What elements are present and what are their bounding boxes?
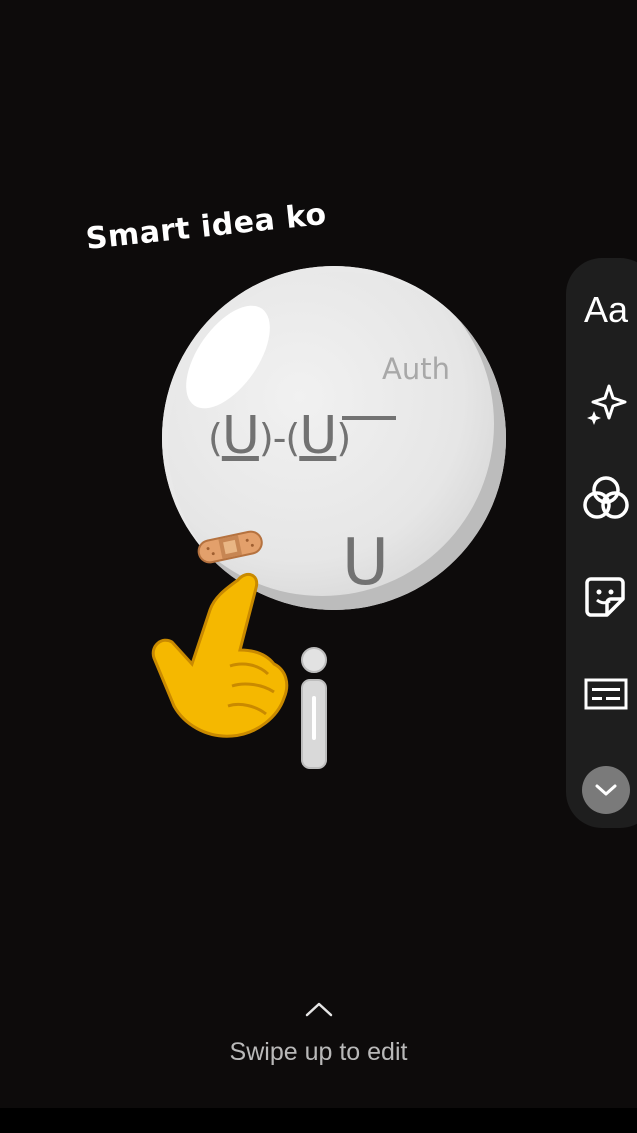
- sticker-watermark: Auth: [382, 352, 450, 386]
- sparkle-effects-icon: [587, 384, 627, 425]
- sticker-tool-button[interactable]: [566, 566, 637, 626]
- face-left-paren: (: [208, 416, 223, 460]
- pointing-hand-sticker-icon[interactable]: [140, 566, 300, 742]
- chevron-up-icon: [305, 1002, 332, 1017]
- system-navigation-bar: [0, 1108, 637, 1133]
- color-filter-icon: [583, 476, 629, 519]
- effects-tool-button[interactable]: [566, 374, 637, 434]
- face-middle: )-(: [258, 416, 300, 460]
- bandage-sticker-icon[interactable]: [196, 528, 264, 564]
- caption-icon: [584, 678, 628, 710]
- sticker-mouth: U: [342, 526, 389, 600]
- story-canvas[interactable]: Smart idea ko Auth (U)-(U) U: [0, 0, 637, 1133]
- edit-toolbar: Aa: [566, 258, 637, 828]
- chevron-down-icon: [595, 784, 617, 796]
- text-tool-button[interactable]: Aa: [566, 280, 637, 340]
- sticker-face-text: (U)-(U): [208, 406, 351, 466]
- face-eye-right: U: [299, 406, 337, 466]
- swipe-up-hint[interactable]: Swipe up to edit: [0, 1000, 637, 1067]
- caption-tool-button[interactable]: [566, 664, 637, 724]
- filter-tool-button[interactable]: [566, 468, 637, 528]
- swipe-up-label: Swipe up to edit: [229, 1038, 408, 1066]
- sticker-icon: [585, 577, 625, 617]
- story-caption-text[interactable]: Smart idea ko: [84, 197, 328, 257]
- info-letter-sticker-icon[interactable]: [298, 646, 332, 770]
- text-icon: Aa: [583, 289, 629, 330]
- face-right-paren: ): [336, 416, 351, 460]
- collapse-toolbar-button[interactable]: [582, 766, 630, 814]
- face-eye-left: U: [221, 406, 260, 466]
